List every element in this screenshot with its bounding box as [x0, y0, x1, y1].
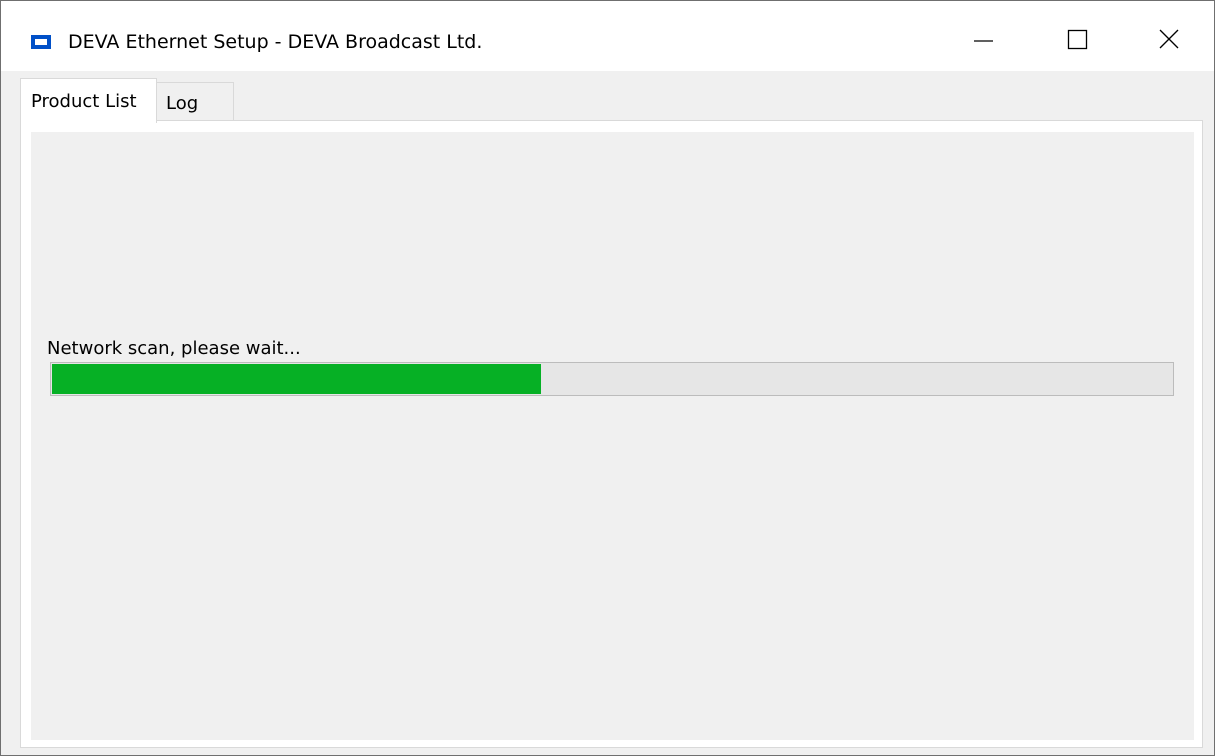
scan-progress-bar	[50, 362, 1174, 396]
tab-log[interactable]: Log	[156, 82, 234, 120]
scan-progress-fill	[52, 364, 541, 394]
close-button[interactable]	[1148, 16, 1194, 62]
app-window: DEVA Ethernet Setup - DEVA Broadcast Ltd…	[0, 0, 1215, 756]
scan-panel: Network scan, please wait...	[31, 132, 1194, 740]
app-window-icon	[31, 34, 51, 49]
scan-status-label: Network scan, please wait...	[47, 338, 301, 359]
minimize-button[interactable]	[962, 16, 1008, 62]
tab-strip: Product List Log	[1, 71, 1214, 123]
title-bar[interactable]: DEVA Ethernet Setup - DEVA Broadcast Ltd…	[1, 1, 1214, 71]
tab-product-list[interactable]: Product List	[20, 78, 157, 123]
maximize-button[interactable]	[1056, 16, 1102, 62]
window-title: DEVA Ethernet Setup - DEVA Broadcast Ltd…	[68, 31, 483, 53]
product-list-page: Network scan, please wait...	[20, 120, 1203, 748]
